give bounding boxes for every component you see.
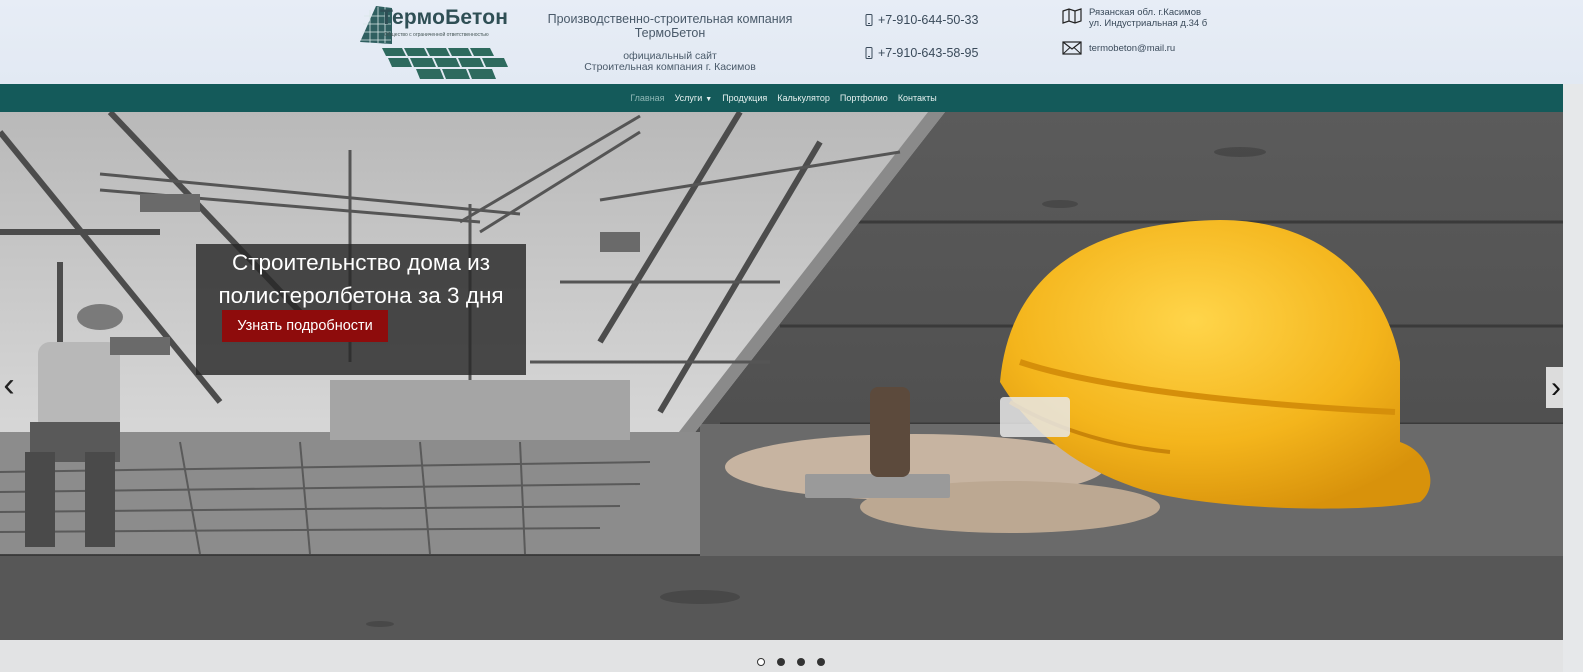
contact-info: Рязанская обл. г.Касимов ул. Индустриаль…: [1062, 7, 1207, 55]
nav-item-products[interactable]: Продукция: [722, 93, 767, 103]
main-nav: Главная Услуги ▼ Продукция Калькулятор По…: [0, 84, 1563, 112]
next-slide-button[interactable]: ›: [1546, 367, 1563, 408]
phone-list: +7-910-644-50-33 +7-910-643-58-95: [865, 12, 978, 78]
company-title-line2: ТермоБетон: [634, 26, 706, 40]
phone-icon: [865, 47, 873, 59]
phone-number[interactable]: +7-910-644-50-33: [878, 13, 978, 27]
hero-slider: Строительнство дома из полистеролбетона …: [0, 112, 1563, 640]
email[interactable]: termobeton@mail.ru: [1062, 41, 1207, 55]
address: Рязанская обл. г.Касимов ул. Индустриаль…: [1062, 7, 1207, 29]
prev-slide-button[interactable]: ‹: [0, 362, 18, 408]
company-title-line1: Производственно-строительная компания: [547, 12, 793, 26]
carousel-dot-1[interactable]: [757, 658, 765, 666]
address-line2: ул. Индустриальная д.34 б: [1089, 18, 1208, 29]
hero-image: [0, 112, 1563, 640]
carousel-dot-3[interactable]: [797, 658, 805, 666]
carousel-dot-4[interactable]: [817, 658, 825, 666]
carousel-dot-2[interactable]: [777, 658, 785, 666]
nav-item-home[interactable]: Главная: [630, 93, 664, 103]
nav-item-portfolio[interactable]: Портфолио: [840, 93, 888, 103]
site-line2: Строительная компания г. Касимов: [584, 61, 756, 73]
logo-text[interactable]: ТермоБетон: [380, 6, 508, 30]
page-scrollbar[interactable]: [1563, 84, 1583, 672]
company-info: Производственно-строительная компания Те…: [525, 12, 815, 73]
email-address[interactable]: termobeton@mail.ru: [1089, 43, 1175, 54]
nav-item-services[interactable]: Услуги ▼: [675, 93, 713, 103]
address-line1: Рязанская обл. г.Касимов: [1089, 7, 1202, 18]
carousel-indicators-bar: [0, 640, 1563, 672]
nav-item-services-label: Услуги: [674, 93, 703, 103]
hero-title-line2: полистеролбетона за 3 дня: [218, 283, 504, 308]
phone-item[interactable]: +7-910-644-50-33: [865, 12, 978, 28]
site-header: ТермоБетон Общество с ограниченной ответ…: [0, 0, 1583, 84]
logo-subtext: Общество с ограниченной ответственностью: [384, 32, 489, 38]
carousel-indicators: [757, 658, 825, 666]
nav-item-contacts[interactable]: Контакты: [898, 93, 937, 103]
mail-icon: [1062, 41, 1082, 55]
nav-item-calculator[interactable]: Калькулятор: [777, 93, 830, 103]
hero-caption: Строительнство дома из полистеролбетона …: [196, 244, 526, 375]
phone-icon: [865, 14, 873, 26]
phone-item[interactable]: +7-910-643-58-95: [865, 45, 978, 61]
phone-number[interactable]: +7-910-643-58-95: [878, 46, 978, 60]
hero-title-line1: Строительнство дома из: [231, 250, 491, 275]
learn-more-button[interactable]: Узнать подробности: [222, 310, 388, 342]
map-icon: [1062, 8, 1082, 24]
caret-down-icon: ▼: [705, 96, 713, 103]
